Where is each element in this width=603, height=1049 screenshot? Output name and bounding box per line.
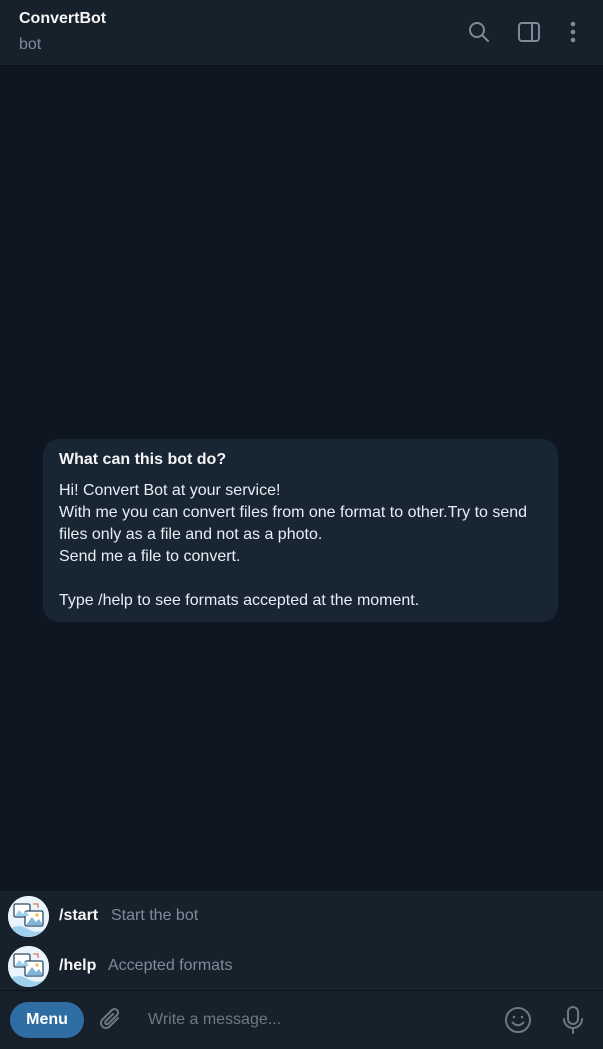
more-vertical-icon[interactable] <box>561 20 585 44</box>
command-name: /start <box>59 907 99 924</box>
bot-info-description: Hi! Convert Bot at your service! With me… <box>59 482 528 609</box>
sidebar-toggle-icon[interactable] <box>517 20 541 44</box>
search-icon[interactable] <box>467 20 491 44</box>
bot-info-card: What can this bot do? Hi! Convert Bot at… <box>43 439 558 622</box>
bot-info-title: What can this bot do? <box>59 451 227 468</box>
command-name: /help <box>59 957 97 974</box>
command-description: Start the bot <box>111 907 199 924</box>
bot-avatar <box>8 896 49 937</box>
chat-title[interactable]: ConvertBot <box>19 10 106 28</box>
command-suggestions: /start Start the bot /help Accepted form… <box>0 891 603 990</box>
chat-subtitle: bot <box>19 36 42 53</box>
microphone-icon[interactable] <box>561 1005 585 1035</box>
attach-icon[interactable] <box>98 1006 124 1034</box>
command-item-start[interactable]: /start Start the bot <box>0 891 603 941</box>
menu-button[interactable]: Menu <box>10 1002 84 1038</box>
command-item-help[interactable]: /help Accepted formats <box>0 941 603 991</box>
message-composer: Menu <box>0 990 603 1049</box>
message-input[interactable] <box>148 1007 478 1033</box>
command-description: Accepted formats <box>108 957 233 974</box>
bot-avatar <box>8 946 49 987</box>
chat-header: ConvertBot bot <box>0 0 603 66</box>
emoji-icon[interactable] <box>504 1006 532 1034</box>
